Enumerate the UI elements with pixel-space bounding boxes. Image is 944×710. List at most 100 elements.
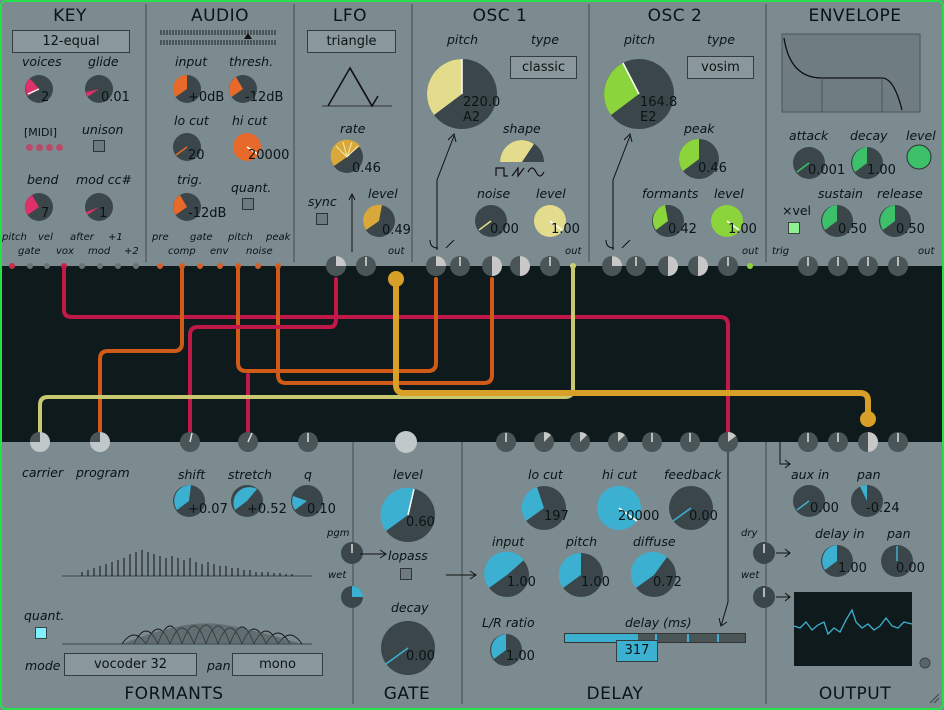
osc2-mod-arrow bbox=[612, 133, 633, 250]
gate-level-value: 0.60 bbox=[406, 515, 435, 530]
osc2-pitch-knob[interactable] bbox=[603, 58, 675, 130]
delay-diffuse-label: diffuse bbox=[633, 534, 676, 549]
audio-port-pre: pre bbox=[152, 232, 169, 243]
section-output: OUTPUT bbox=[818, 684, 892, 704]
osc1-pitch-label: pitch bbox=[447, 32, 479, 47]
osc2-pitch-note: E2 bbox=[640, 110, 657, 125]
bend-label: bend bbox=[27, 172, 59, 187]
osc2-pitch-hz: 164.8 bbox=[640, 95, 678, 110]
midi-label: [MIDI] bbox=[24, 126, 58, 139]
env-release-value: 0.50 bbox=[896, 222, 925, 237]
section-osc1: OSC 1 bbox=[472, 6, 528, 26]
osc2-peak-value: 0.46 bbox=[698, 161, 727, 176]
osc2-formants-value: 0.42 bbox=[668, 222, 697, 237]
section-lfo: LFO bbox=[332, 6, 368, 26]
section-envelope: ENVELOPE bbox=[808, 6, 902, 26]
gate-decay-value: 0.00 bbox=[406, 649, 435, 664]
osc2-formants-label: formants bbox=[642, 186, 699, 201]
out-dry-knob[interactable] bbox=[752, 541, 776, 565]
delay-feedback-label: feedback bbox=[664, 467, 722, 482]
gate-wet-knob[interactable] bbox=[340, 585, 364, 609]
delay-locut-value: 197 bbox=[544, 509, 569, 524]
osc1-type-select[interactable]: classic bbox=[510, 56, 577, 79]
formants-quant-label: quant. bbox=[24, 608, 65, 623]
divider bbox=[765, 4, 767, 262]
osc1-pitch-hz: 220.0 bbox=[463, 95, 501, 110]
osc2-type-select[interactable]: vosim bbox=[687, 56, 754, 79]
delay-hicut-knob[interactable] bbox=[596, 485, 642, 531]
divider bbox=[411, 4, 413, 262]
osc1-level-label: level bbox=[536, 186, 566, 201]
unison-label: unison bbox=[82, 122, 124, 137]
delay-locut-knob[interactable] bbox=[521, 485, 567, 531]
modcc-value: 1 bbox=[99, 206, 108, 221]
delay-lr-value: 1.00 bbox=[506, 649, 535, 664]
section-formants: FORMANTS bbox=[124, 684, 224, 704]
mode-select[interactable]: vocoder 32 bbox=[64, 653, 197, 676]
lfo-sync-checkbox[interactable] bbox=[316, 213, 328, 225]
delay-hicut-value: 20000 bbox=[618, 509, 660, 524]
bend-knob[interactable] bbox=[24, 192, 54, 222]
q-label: q bbox=[304, 467, 312, 482]
bottom-jack-row[interactable] bbox=[0, 428, 944, 458]
lfo-level-value: 0.49 bbox=[382, 223, 411, 238]
resize-grip-icon[interactable] bbox=[928, 692, 940, 704]
gate-decay-knob[interactable] bbox=[380, 620, 436, 676]
gate-pgm-label: pgm bbox=[327, 528, 350, 539]
thresh-value: -12dB bbox=[245, 90, 284, 105]
input-level-meter bbox=[160, 30, 276, 46]
formants-quant-checkbox[interactable] bbox=[35, 627, 47, 639]
section-key: KEY bbox=[53, 6, 87, 26]
delay-pitch-label: pitch bbox=[566, 534, 598, 549]
divider bbox=[145, 4, 147, 262]
tuning-select[interactable]: 12-equal bbox=[12, 30, 130, 53]
q-value: 0.10 bbox=[307, 502, 336, 517]
voices-value: 2 bbox=[41, 90, 50, 105]
lfo-mod-arrow bbox=[348, 192, 356, 252]
output-status-dot bbox=[919, 657, 931, 669]
out-dry-label: dry bbox=[741, 528, 758, 539]
delay-feedback-knob[interactable] bbox=[668, 485, 714, 531]
bend-value: 7 bbox=[41, 206, 50, 221]
gate-decay-label: decay bbox=[391, 600, 429, 615]
env-attack-label: attack bbox=[789, 128, 829, 143]
lfo-sync-label: sync bbox=[308, 194, 337, 209]
hicut-label: hi cut bbox=[232, 113, 268, 128]
out-auxin-label: aux in bbox=[791, 467, 830, 482]
osc1-pitch-note: A2 bbox=[463, 110, 481, 125]
osc1-shape-knob[interactable] bbox=[498, 138, 546, 164]
unison-checkbox[interactable] bbox=[93, 140, 105, 152]
out-pan2-label: pan bbox=[887, 526, 911, 541]
env-decay-label: decay bbox=[850, 128, 888, 143]
env-level-knob[interactable] bbox=[906, 144, 932, 170]
out-wet-knob[interactable] bbox=[752, 585, 776, 609]
lfo-level-label: level bbox=[368, 186, 398, 201]
voices-knob[interactable] bbox=[24, 74, 54, 104]
out-pan2-value: 0.00 bbox=[896, 561, 925, 576]
gate-lopass-checkbox[interactable] bbox=[400, 568, 412, 580]
delay-time-value[interactable]: 317 bbox=[616, 640, 658, 662]
lfo-shape-select[interactable]: triangle bbox=[307, 30, 396, 53]
delay-mod-arrow bbox=[718, 452, 729, 627]
key-port-vel: vel bbox=[38, 232, 53, 243]
delay-lr-label: L/R ratio bbox=[482, 615, 535, 630]
delay-input-arrow bbox=[446, 570, 477, 580]
trig-label: trig. bbox=[177, 172, 203, 187]
osc1-level-value: 1.00 bbox=[551, 222, 580, 237]
out-dry-arrow bbox=[776, 548, 791, 558]
delay-time-label: delay (ms) bbox=[625, 615, 692, 630]
osc1-pitch-knob[interactable] bbox=[426, 58, 498, 130]
lfo-rate-value: 0.46 bbox=[352, 161, 381, 176]
env-xvel-checkbox[interactable] bbox=[788, 222, 800, 234]
osc2-pitch-label: pitch bbox=[624, 32, 656, 47]
delay-input-value: 1.00 bbox=[507, 575, 536, 590]
mode-label: mode bbox=[25, 658, 61, 673]
input-label: input bbox=[175, 54, 208, 69]
key-port-after: after bbox=[70, 232, 94, 243]
osc2-type-label: type bbox=[707, 32, 735, 47]
formants-pan-select[interactable]: mono bbox=[232, 653, 323, 676]
audio-quant-checkbox[interactable] bbox=[242, 198, 254, 210]
delay-hicut-label: hi cut bbox=[602, 467, 638, 482]
divider bbox=[293, 4, 295, 262]
osc1-sync-glyphs bbox=[429, 239, 455, 249]
